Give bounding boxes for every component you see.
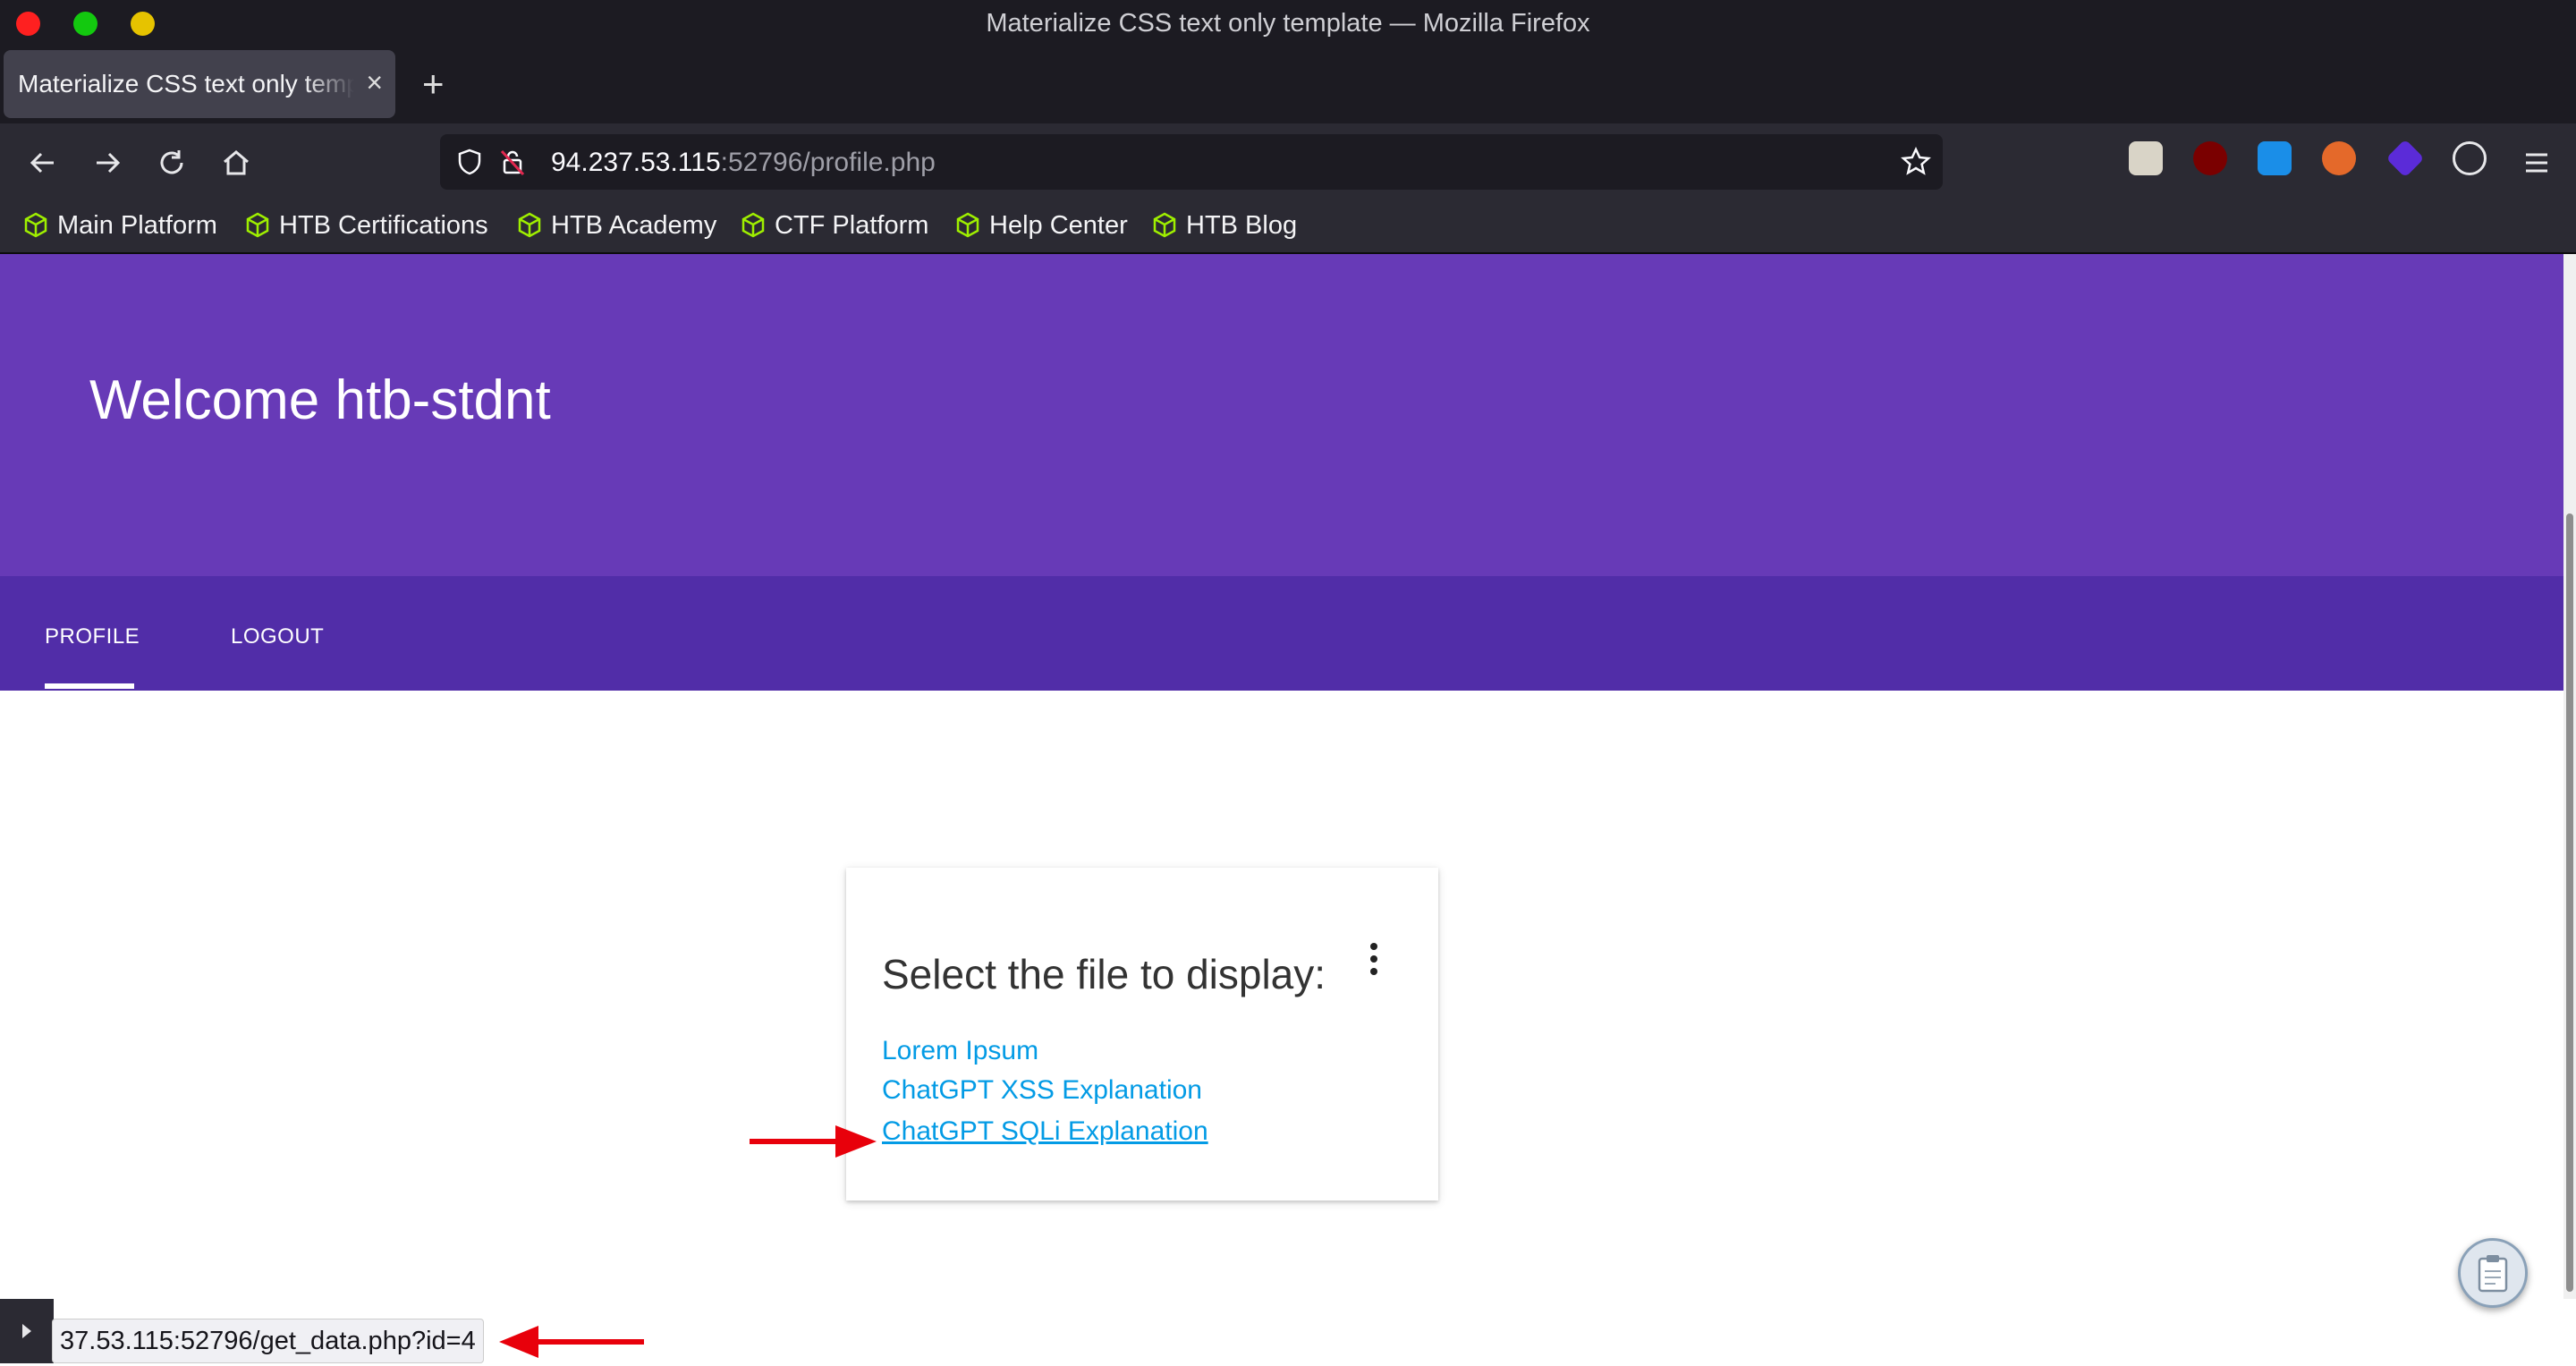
bookmark-label: Help Center (989, 210, 1128, 240)
bookmark-main-platform[interactable]: Main Platform (21, 208, 217, 243)
bookmark-ctf-platform[interactable]: CTF Platform (739, 208, 928, 243)
caret-right-icon (22, 1324, 31, 1338)
home-button[interactable] (218, 145, 254, 181)
footer-heading-details: Details (699, 1336, 779, 1365)
annotation-arrow (499, 1326, 644, 1358)
url-path: :52796/profile.php (720, 148, 936, 177)
footer-heading-faq: FAQ (1916, 1336, 1969, 1365)
extension-diamond-icon[interactable] (2385, 139, 2425, 178)
status-bar-url: 37.53.115:52796/get_data.php?id=4 (52, 1319, 484, 1363)
extension-fox-icon[interactable] (2322, 141, 2356, 175)
page-scrollbar[interactable] (2563, 254, 2576, 1299)
tab-close-icon[interactable]: × (366, 66, 383, 99)
htb-cube-icon (24, 212, 47, 238)
url-bar[interactable]: 94.237.53.115:52796/profile.php (440, 134, 1943, 190)
bookmark-label: Main Platform (57, 210, 217, 240)
htb-cube-icon (518, 212, 541, 238)
extension-s-icon[interactable] (2258, 141, 2292, 175)
url-host: 94.237.53.115 (551, 148, 721, 177)
htb-cube-icon (1153, 212, 1176, 238)
file-link-lorem-ipsum[interactable]: Lorem Ipsum (882, 1036, 1038, 1066)
htb-cube-icon (956, 212, 979, 238)
cookie-extension-icon[interactable] (2453, 141, 2487, 175)
web-page: Welcome htb-stdnt PROFILE LOGOUT Select … (0, 254, 2563, 1299)
file-link-sqli-explanation[interactable]: ChatGPT SQLi Explanation (882, 1116, 1208, 1147)
file-link-xss-explanation[interactable]: ChatGPT XSS Explanation (882, 1075, 1202, 1106)
bookmark-label: HTB Blog (1186, 210, 1298, 240)
bookmark-htb-blog[interactable]: HTB Blog (1150, 208, 1297, 243)
file-select-card: Select the file to display: Lorem Ipsum … (846, 868, 1438, 1201)
back-arrow-icon (30, 152, 54, 174)
bookmark-help-center[interactable]: Help Center (953, 208, 1128, 243)
sidebar-toggle-button[interactable] (0, 1299, 54, 1363)
bookmark-star-icon[interactable] (1900, 146, 1932, 178)
window-titlebar: Materialize CSS text only template — Moz… (0, 0, 2576, 48)
scrollbar-thumb[interactable] (2566, 513, 2573, 1292)
hero-header: Welcome htb-stdnt (0, 254, 2563, 576)
tab-profile[interactable]: PROFILE (45, 624, 140, 649)
ublock-origin-icon[interactable] (2193, 141, 2227, 175)
clipboard-icon[interactable] (2458, 1238, 2528, 1308)
tracking-shield-icon[interactable] (454, 147, 485, 177)
footer-heading-technology: Technology (1308, 1336, 1439, 1365)
welcome-heading: Welcome htb-stdnt (89, 369, 551, 431)
reload-button[interactable] (154, 145, 190, 181)
page-tabs-nav: PROFILE LOGOUT (0, 576, 2563, 691)
bookmark-label: CTF Platform (775, 210, 929, 240)
tab-logout[interactable]: LOGOUT (231, 624, 324, 649)
browser-tab[interactable]: Materialize CSS text only template × (4, 50, 395, 118)
active-tab-indicator (45, 683, 134, 689)
tab-title: Materialize CSS text only template (18, 70, 354, 98)
bookmark-htb-certifications[interactable]: HTB Certifications (243, 208, 488, 243)
more-vert-icon[interactable] (1365, 941, 1383, 980)
navigation-toolbar: 94.237.53.115:52796/profile.php (0, 123, 2576, 200)
hamburger-menu-icon[interactable] (2519, 145, 2555, 181)
new-tab-button[interactable]: + (422, 63, 445, 106)
card-title: Select the file to display: (882, 951, 1326, 997)
reload-icon (160, 150, 183, 174)
annotation-arrow (750, 1125, 877, 1158)
extension-icon-1[interactable] (2129, 141, 2163, 175)
forward-button[interactable] (89, 145, 125, 181)
tab-strip: Materialize CSS text only template × + (0, 48, 2576, 123)
htb-cube-icon (246, 212, 269, 238)
back-button[interactable] (25, 145, 61, 181)
bookmark-htb-academy[interactable]: HTB Academy (515, 208, 716, 243)
bookmarks-toolbar: Main Platform HTB Certifications HTB Aca… (0, 200, 2576, 254)
bookmark-label: HTB Certifications (279, 210, 488, 240)
home-icon (224, 150, 249, 175)
bookmark-label: HTB Academy (551, 210, 717, 240)
url-text[interactable]: 94.237.53.115:52796/profile.php (551, 148, 936, 178)
insecure-lock-icon[interactable] (497, 147, 528, 177)
forward-arrow-icon (97, 152, 121, 174)
htb-cube-icon (741, 212, 765, 238)
window-title: Materialize CSS text only template — Moz… (986, 9, 1590, 38)
